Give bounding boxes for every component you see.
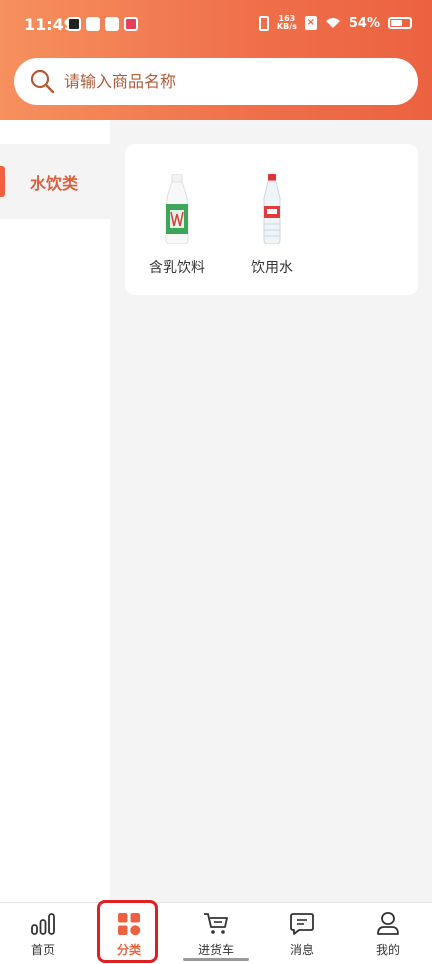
water-bottle-image <box>232 164 312 244</box>
search-input[interactable] <box>64 72 384 91</box>
category-sidebar: 水饮类 <box>0 120 110 902</box>
tab-home[interactable]: 首页 <box>8 911 78 958</box>
header: 11:49 163 KB/s × 54% <box>0 0 432 120</box>
app-notification-icon <box>86 17 100 31</box>
home-indicator <box>183 958 249 961</box>
bottom-tab-bar: 首页 分类 进货车 消息 我的 <box>0 902 432 964</box>
product-name: 含乳饮料 <box>149 260 205 276</box>
message-icon <box>290 913 314 935</box>
tab-messages[interactable]: 消息 <box>267 911 337 958</box>
sidebar-item-label: 水饮类 <box>30 174 79 193</box>
battery-percent: 54% <box>348 15 380 31</box>
home-stats-icon <box>31 913 55 935</box>
search-bar[interactable] <box>14 58 418 105</box>
app-notification-icon <box>124 17 138 31</box>
app-notification-icon <box>67 17 81 31</box>
product-item-water[interactable]: 饮用水 <box>232 164 312 277</box>
notification-icons <box>67 17 138 31</box>
product-name: 饮用水 <box>251 260 293 276</box>
search-icon <box>30 69 55 93</box>
tab-label: 我的 <box>375 943 400 957</box>
tab-profile[interactable]: 我的 <box>353 911 423 958</box>
network-speed: 163 KB/s <box>276 14 297 31</box>
tab-cart[interactable]: 进货车 <box>181 911 251 958</box>
sidebar-item-water-drinks[interactable]: 水饮类 <box>0 144 110 219</box>
no-sim-icon: × <box>304 16 317 30</box>
tab-label: 进货车 <box>197 943 234 957</box>
product-grid: 含乳饮料 饮用水 <box>125 144 418 295</box>
product-item-milk-drink[interactable]: 含乳饮料 <box>137 164 217 277</box>
wifi-icon <box>325 18 340 28</box>
status-bar: 11:49 163 KB/s × 54% <box>0 0 432 50</box>
tab-label: 首页 <box>30 943 55 957</box>
highlight-box <box>97 900 158 963</box>
system-icons: 163 KB/s × 54% <box>258 14 412 31</box>
user-icon <box>377 912 399 935</box>
milk-drink-bottle-image <box>137 164 217 244</box>
battery-icon <box>388 17 412 29</box>
vibrate-icon <box>258 15 269 31</box>
cart-icon <box>204 913 228 934</box>
mail-icon <box>105 17 119 31</box>
tab-label: 消息 <box>289 943 314 957</box>
selected-indicator <box>0 166 5 197</box>
